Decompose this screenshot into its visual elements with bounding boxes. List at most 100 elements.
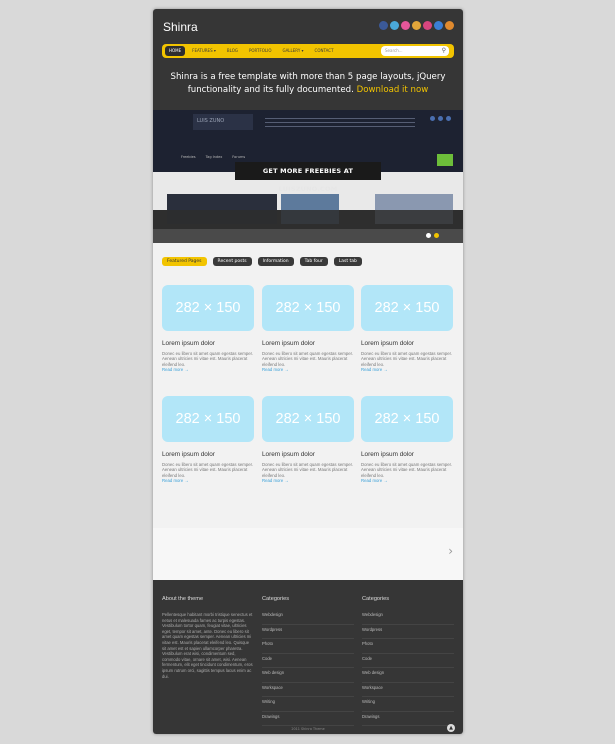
read-more-link[interactable]: Read more → <box>262 367 354 373</box>
back-to-top-icon[interactable]: ▲ <box>447 724 455 732</box>
card-title: Lorem ipsum dolor <box>262 340 315 347</box>
banner-prefix: GET MORE FREEBIES AT <box>262 167 354 175</box>
nav-item-portfolio[interactable]: PORTFOLIO <box>245 46 276 56</box>
tab-last[interactable]: Last tab <box>333 257 362 266</box>
slide-green-widget <box>437 154 453 166</box>
footer-about: About the theme Pellentesque habitant mo… <box>162 596 254 679</box>
freebies-banner: GET MORE FREEBIES AT LUISZUNO.COM <box>235 162 381 193</box>
footer-category-link[interactable]: Code <box>362 656 454 668</box>
feature-card: 282 × 150 Lorem ipsum dolor Donec eu lib… <box>262 396 354 484</box>
flickr-icon[interactable] <box>401 21 410 30</box>
read-more-link[interactable]: Read more → <box>262 478 354 484</box>
read-more-link[interactable]: Read more → <box>361 367 453 373</box>
rss-icon[interactable] <box>445 21 454 30</box>
nav-item-gallery[interactable]: GALLERY ▾ <box>278 46 307 56</box>
footer-category-link[interactable]: Wordpress <box>262 627 354 639</box>
card-title: Lorem ipsum dolor <box>162 451 215 458</box>
search-icon[interactable]: ⚲ <box>442 47 446 55</box>
footer-category-link[interactable]: Code <box>262 656 354 668</box>
slide-brand-logo: LUIS ZUNO <box>193 114 253 130</box>
read-more-link[interactable]: Read more → <box>361 478 453 484</box>
slide-social-icon <box>446 116 451 121</box>
tagline: Shinra is a free template with more than… <box>153 71 463 97</box>
card-image-placeholder[interactable]: 282 × 150 <box>162 285 254 331</box>
footer-category-link[interactable]: Web design <box>362 670 454 683</box>
read-more-link[interactable]: Read more → <box>162 478 254 484</box>
read-more-link[interactable]: Read more → <box>162 367 254 373</box>
card-text: Donec eu libero sit amet quam egestas se… <box>361 351 452 367</box>
footer-category-link[interactable]: Photo <box>262 641 354 654</box>
search-input[interactable]: Search... ⚲ <box>381 46 449 56</box>
card-image-placeholder[interactable]: 282 × 150 <box>162 396 254 442</box>
card-image-placeholder[interactable]: 282 × 150 <box>262 285 354 331</box>
footer-categories-1: Categories Webdesign Wordpress Photo Cod… <box>262 596 354 728</box>
footer-category-link[interactable]: Writing <box>262 699 354 712</box>
card-image-placeholder[interactable]: 282 × 150 <box>361 396 453 442</box>
main-nav: HOME FEATURES ▾ BLOG PORTFOLIO GALLERY ▾… <box>162 44 454 58</box>
card-title: Lorem ipsum dolor <box>262 451 315 458</box>
footer-category-link[interactable]: Workspace <box>362 685 454 697</box>
delicious-icon[interactable] <box>412 21 421 30</box>
footer: About the theme Pellentesque habitant mo… <box>153 580 463 734</box>
nav-item-home[interactable]: HOME <box>165 46 186 56</box>
content-tabs: Featured Pages Recent posts Information … <box>162 257 362 266</box>
slide-tab: Freebies <box>181 155 196 159</box>
slide-caption-bar <box>153 210 463 243</box>
card-image-placeholder[interactable]: 282 × 150 <box>262 396 354 442</box>
tab-featured-pages[interactable]: Featured Pages <box>162 257 207 266</box>
slide-social-icon <box>438 116 443 121</box>
footer-category-link[interactable]: Drawings <box>362 714 454 726</box>
copyright: 2011 Shinra Theme <box>291 727 325 731</box>
image-slider[interactable]: LUIS ZUNO Freebies Tag Index Forums GET … <box>153 110 463 245</box>
card-text: Donec eu libero sit amet quam egestas se… <box>262 462 353 478</box>
footer-category-link[interactable]: Writing <box>362 699 454 712</box>
slider-dot-active[interactable] <box>434 233 439 238</box>
footer-category-link[interactable]: Webdesign <box>362 612 454 625</box>
slide-brand-text: LUIS ZUNO <box>197 118 225 124</box>
feature-card: 282 × 150 Lorem ipsum dolor Donec eu lib… <box>361 396 453 484</box>
slider-pager <box>426 233 439 238</box>
feature-card: 282 × 150 Lorem ipsum dolor Donec eu lib… <box>162 396 254 484</box>
footer-category-link[interactable]: Webdesign <box>262 612 354 625</box>
footer-category-link[interactable]: Workspace <box>262 685 354 697</box>
vimeo-icon[interactable] <box>434 21 443 30</box>
slider-dot[interactable] <box>426 233 431 238</box>
card-title: Lorem ipsum dolor <box>361 451 414 458</box>
card-text: Donec eu libero sit amet quam egestas se… <box>162 462 253 478</box>
tab-information[interactable]: Information <box>257 257 294 266</box>
card-text: Donec eu libero sit amet quam egestas se… <box>162 351 253 367</box>
page-container: Shinra HOME FEATURES ▾ BLOG PORTFOLIO GA… <box>153 9 463 734</box>
footer-categories-2: Categories Webdesign Wordpress Photo Cod… <box>362 596 454 728</box>
dribbble-icon[interactable] <box>423 21 432 30</box>
download-link[interactable]: Download it now <box>357 85 429 95</box>
feature-card: 282 × 150 Lorem ipsum dolor Donec eu lib… <box>262 285 354 373</box>
twitter-icon[interactable] <box>390 21 399 30</box>
tab-recent-posts[interactable]: Recent posts <box>212 257 252 266</box>
next-arrow-icon[interactable]: › <box>448 544 453 558</box>
nav-item-contact[interactable]: CONTACT <box>311 46 338 56</box>
footer-category-link[interactable]: Photo <box>362 641 454 654</box>
slide-description <box>265 118 415 128</box>
footer-heading: About the theme <box>162 596 204 602</box>
card-text: Donec eu libero sit amet quam egestas se… <box>262 351 353 367</box>
site-logo[interactable]: Shinra <box>163 20 198 34</box>
feature-card: 282 × 150 Lorem ipsum dolor Donec eu lib… <box>361 285 453 373</box>
card-text: Donec eu libero sit amet quam egestas se… <box>361 462 452 478</box>
footer-heading: Categories <box>262 596 290 602</box>
slide-social <box>430 116 451 121</box>
slide-tab: Tag Index <box>205 155 223 159</box>
tab-four[interactable]: Tab four <box>299 257 328 266</box>
slide-tab: Forums <box>232 155 246 159</box>
card-image-placeholder[interactable]: 282 × 150 <box>361 285 453 331</box>
nav-item-blog[interactable]: BLOG <box>223 46 242 56</box>
card-title: Lorem ipsum dolor <box>162 340 215 347</box>
social-icons <box>379 21 454 30</box>
footer-category-link[interactable]: Web design <box>262 670 354 683</box>
slide-social-icon <box>430 116 435 121</box>
footer-category-link[interactable]: Drawings <box>262 714 354 726</box>
footer-about-text: Pellentesque habitant morbi tristique se… <box>162 612 253 679</box>
footer-category-link[interactable]: Wordpress <box>362 627 454 639</box>
nav-item-features[interactable]: FEATURES ▾ <box>188 46 220 56</box>
feature-card: 282 × 150 Lorem ipsum dolor Donec eu lib… <box>162 285 254 373</box>
facebook-icon[interactable] <box>379 21 388 30</box>
